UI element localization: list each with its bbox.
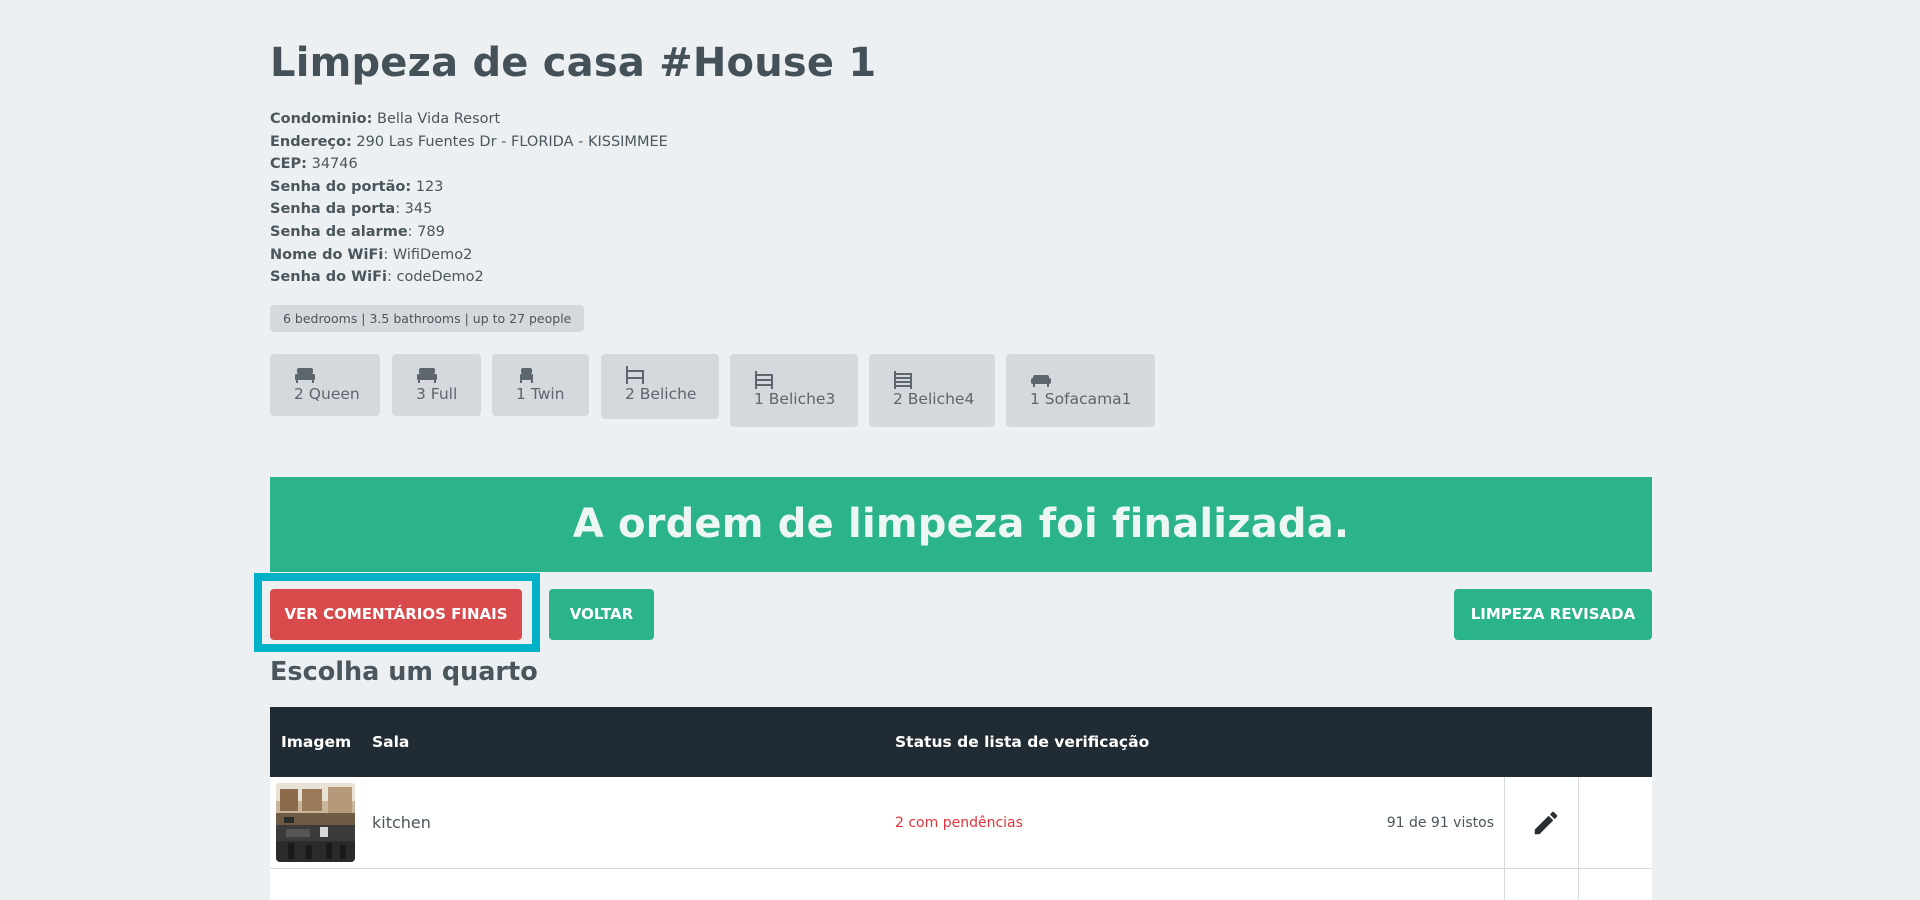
bed-chip-label: 1 Sofacama1 bbox=[1030, 390, 1132, 408]
bunk-bed-icon bbox=[626, 366, 644, 384]
rooms-table: Imagem Sala Status de lista de verificaç… bbox=[270, 707, 1652, 900]
info-key: Senha do portão: bbox=[270, 178, 412, 195]
info-key: Senha da porta bbox=[270, 201, 396, 218]
info-endereco: Endereço: 290 Las Fuentes Dr - FLORIDA -… bbox=[270, 131, 668, 154]
table-header: Imagem Sala Status de lista de verificaç… bbox=[270, 707, 1652, 777]
column-divider bbox=[1578, 869, 1579, 900]
header-status: Status de lista de verificação bbox=[895, 733, 1150, 751]
page-title: Limpeza de casa #House 1 bbox=[270, 40, 877, 86]
bed-chip-label: 2 Beliche4 bbox=[893, 390, 975, 408]
bed-chip-beliche4: 2 Beliche4 bbox=[869, 354, 995, 427]
house-summary-badge: 6 bedrooms | 3.5 bathrooms | up to 27 pe… bbox=[270, 305, 585, 332]
info-condominio: Condominio: Bella Vida Resort bbox=[270, 108, 668, 131]
bed-chip-queen: 2 Queen bbox=[270, 354, 380, 416]
info-key: Endereço: bbox=[270, 133, 352, 150]
bed-chip-full: 3 Full bbox=[392, 354, 481, 416]
cleaning-reviewed-button[interactable]: LIMPEZA REVISADA bbox=[1454, 589, 1652, 640]
single-bed-icon bbox=[520, 368, 533, 383]
table-row bbox=[270, 869, 1652, 900]
completion-banner: A ordem de limpeza foi finalizada. bbox=[270, 477, 1652, 572]
pencil-icon bbox=[1534, 811, 1558, 835]
sofa-bed-icon bbox=[1031, 375, 1051, 387]
edit-room-button[interactable] bbox=[1531, 808, 1561, 838]
bed-chip-beliche: 2 Beliche bbox=[601, 354, 719, 419]
column-divider bbox=[1504, 777, 1505, 868]
final-comments-button[interactable]: VER COMENTÁRIOS FINAIS bbox=[270, 589, 522, 640]
bed-chip-label: 1 Beliche3 bbox=[754, 390, 836, 408]
info-key: Nome do WiFi bbox=[270, 246, 384, 263]
checked-count: 91 de 91 vistos bbox=[1386, 815, 1494, 831]
bed-chip-label: 3 Full bbox=[416, 385, 458, 403]
kitchen-photo-icon bbox=[276, 783, 355, 862]
info-key: Senha de alarme bbox=[270, 223, 408, 240]
info-key: CEP: bbox=[270, 156, 307, 173]
bed-chip-label: 2 Queen bbox=[294, 385, 360, 403]
info-alarm-password: Senha de alarme: 789 bbox=[270, 221, 668, 244]
section-title: Escolha um quarto bbox=[270, 657, 538, 687]
back-button[interactable]: VOLTAR bbox=[549, 589, 654, 640]
info-value: : codeDemo2 bbox=[386, 269, 484, 286]
bed-chip-label: 1 Twin bbox=[516, 385, 565, 403]
bed-chip-sofacama: 1 Sofacama1 bbox=[1006, 354, 1155, 427]
info-value: : 345 bbox=[395, 201, 433, 218]
info-cep: CEP: 34746 bbox=[270, 153, 668, 176]
room-name: kitchen bbox=[372, 813, 431, 832]
column-divider bbox=[1504, 869, 1505, 900]
info-key: Senha do WiFi bbox=[270, 269, 387, 286]
header-image: Imagem bbox=[281, 733, 352, 751]
quad-bunk-icon bbox=[894, 371, 912, 389]
column-divider bbox=[1578, 777, 1579, 868]
bed-chip-twin: 1 Twin bbox=[492, 354, 589, 416]
info-value: Bella Vida Resort bbox=[372, 111, 501, 127]
triple-bunk-icon bbox=[755, 371, 773, 389]
info-wifi-password: Senha do WiFi: codeDemo2 bbox=[270, 266, 668, 289]
bed-icon bbox=[295, 368, 315, 383]
info-value: 290 Las Fuentes Dr - FLORIDA - KISSIMMEE bbox=[351, 133, 668, 150]
bed-chip-beliche3: 1 Beliche3 bbox=[730, 354, 858, 427]
bed-chip-label: 2 Beliche bbox=[625, 385, 697, 403]
info-key: Condominio: bbox=[270, 111, 373, 127]
info-value: : 789 bbox=[407, 223, 445, 240]
info-wifi-name: Nome do WiFi: WifiDemo2 bbox=[270, 244, 668, 267]
header-room: Sala bbox=[372, 733, 410, 751]
room-thumbnail[interactable] bbox=[276, 783, 355, 862]
property-info: Condominio: Bella Vida Resort Endereço: … bbox=[270, 108, 668, 289]
info-door-password: Senha da porta: 345 bbox=[270, 198, 668, 221]
bed-icon bbox=[417, 368, 437, 383]
table-row[interactable]: kitchen 2 com pendências 91 de 91 vistos bbox=[270, 777, 1652, 869]
info-value: : WifiDemo2 bbox=[383, 246, 473, 263]
checklist-status: 2 com pendências bbox=[895, 815, 1023, 831]
info-gate-password: Senha do portão: 123 bbox=[270, 176, 668, 199]
info-value: 34746 bbox=[306, 156, 358, 173]
info-value: 123 bbox=[411, 178, 444, 195]
